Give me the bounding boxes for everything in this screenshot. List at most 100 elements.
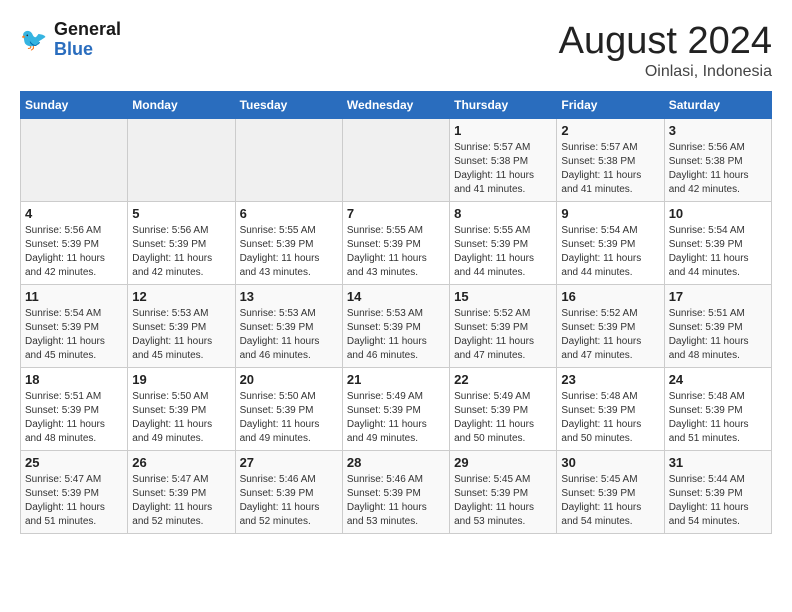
weekday-header-cell: Saturday bbox=[664, 92, 771, 119]
calendar-day-cell: 30 Sunrise: 5:45 AM Sunset: 5:39 PM Dayl… bbox=[557, 451, 664, 534]
day-number: 27 bbox=[240, 455, 338, 470]
calendar-day-cell: 10 Sunrise: 5:54 AM Sunset: 5:39 PM Dayl… bbox=[664, 202, 771, 285]
day-info: Sunrise: 5:46 AM Sunset: 5:39 PM Dayligh… bbox=[347, 473, 445, 529]
day-number: 16 bbox=[561, 289, 659, 304]
calendar-day-cell bbox=[235, 119, 342, 202]
weekday-header-row: SundayMondayTuesdayWednesdayThursdayFrid… bbox=[21, 92, 772, 119]
calendar-day-cell: 31 Sunrise: 5:44 AM Sunset: 5:39 PM Dayl… bbox=[664, 451, 771, 534]
day-info: Sunrise: 5:52 AM Sunset: 5:39 PM Dayligh… bbox=[454, 307, 552, 363]
day-number: 5 bbox=[132, 206, 230, 221]
day-number: 24 bbox=[669, 372, 767, 387]
calendar-subtitle: Oinlasi, Indonesia bbox=[559, 63, 772, 81]
day-info: Sunrise: 5:45 AM Sunset: 5:39 PM Dayligh… bbox=[454, 473, 552, 529]
day-number: 20 bbox=[240, 372, 338, 387]
calendar-day-cell: 12 Sunrise: 5:53 AM Sunset: 5:39 PM Dayl… bbox=[128, 285, 235, 368]
day-number: 29 bbox=[454, 455, 552, 470]
day-number: 10 bbox=[669, 206, 767, 221]
day-info: Sunrise: 5:44 AM Sunset: 5:39 PM Dayligh… bbox=[669, 473, 767, 529]
calendar-day-cell: 8 Sunrise: 5:55 AM Sunset: 5:39 PM Dayli… bbox=[450, 202, 557, 285]
weekday-header-cell: Sunday bbox=[21, 92, 128, 119]
logo-text: General Blue bbox=[54, 20, 121, 60]
calendar-day-cell: 25 Sunrise: 5:47 AM Sunset: 5:39 PM Dayl… bbox=[21, 451, 128, 534]
calendar-week-row: 1 Sunrise: 5:57 AM Sunset: 5:38 PM Dayli… bbox=[21, 119, 772, 202]
day-number: 12 bbox=[132, 289, 230, 304]
calendar-title-block: August 2024 Oinlasi, Indonesia bbox=[559, 20, 772, 81]
day-info: Sunrise: 5:48 AM Sunset: 5:39 PM Dayligh… bbox=[561, 390, 659, 446]
calendar-day-cell: 6 Sunrise: 5:55 AM Sunset: 5:39 PM Dayli… bbox=[235, 202, 342, 285]
calendar-day-cell: 23 Sunrise: 5:48 AM Sunset: 5:39 PM Dayl… bbox=[557, 368, 664, 451]
day-number: 1 bbox=[454, 123, 552, 138]
day-number: 28 bbox=[347, 455, 445, 470]
day-number: 7 bbox=[347, 206, 445, 221]
calendar-day-cell: 20 Sunrise: 5:50 AM Sunset: 5:39 PM Dayl… bbox=[235, 368, 342, 451]
day-info: Sunrise: 5:52 AM Sunset: 5:39 PM Dayligh… bbox=[561, 307, 659, 363]
day-info: Sunrise: 5:54 AM Sunset: 5:39 PM Dayligh… bbox=[25, 307, 123, 363]
calendar-day-cell: 21 Sunrise: 5:49 AM Sunset: 5:39 PM Dayl… bbox=[342, 368, 449, 451]
day-info: Sunrise: 5:51 AM Sunset: 5:39 PM Dayligh… bbox=[25, 390, 123, 446]
day-number: 31 bbox=[669, 455, 767, 470]
calendar-day-cell: 17 Sunrise: 5:51 AM Sunset: 5:39 PM Dayl… bbox=[664, 285, 771, 368]
day-info: Sunrise: 5:46 AM Sunset: 5:39 PM Dayligh… bbox=[240, 473, 338, 529]
day-info: Sunrise: 5:56 AM Sunset: 5:39 PM Dayligh… bbox=[25, 224, 123, 280]
day-number: 30 bbox=[561, 455, 659, 470]
calendar-day-cell bbox=[21, 119, 128, 202]
day-info: Sunrise: 5:53 AM Sunset: 5:39 PM Dayligh… bbox=[347, 307, 445, 363]
weekday-header-cell: Wednesday bbox=[342, 92, 449, 119]
day-info: Sunrise: 5:49 AM Sunset: 5:39 PM Dayligh… bbox=[347, 390, 445, 446]
day-info: Sunrise: 5:54 AM Sunset: 5:39 PM Dayligh… bbox=[561, 224, 659, 280]
svg-text:🐦: 🐦 bbox=[20, 27, 47, 52]
day-info: Sunrise: 5:45 AM Sunset: 5:39 PM Dayligh… bbox=[561, 473, 659, 529]
calendar-day-cell: 28 Sunrise: 5:46 AM Sunset: 5:39 PM Dayl… bbox=[342, 451, 449, 534]
weekday-header-cell: Tuesday bbox=[235, 92, 342, 119]
calendar-day-cell: 27 Sunrise: 5:46 AM Sunset: 5:39 PM Dayl… bbox=[235, 451, 342, 534]
day-number: 9 bbox=[561, 206, 659, 221]
calendar-day-cell: 16 Sunrise: 5:52 AM Sunset: 5:39 PM Dayl… bbox=[557, 285, 664, 368]
day-number: 23 bbox=[561, 372, 659, 387]
calendar-day-cell: 1 Sunrise: 5:57 AM Sunset: 5:38 PM Dayli… bbox=[450, 119, 557, 202]
day-info: Sunrise: 5:55 AM Sunset: 5:39 PM Dayligh… bbox=[240, 224, 338, 280]
calendar-day-cell: 14 Sunrise: 5:53 AM Sunset: 5:39 PM Dayl… bbox=[342, 285, 449, 368]
day-number: 18 bbox=[25, 372, 123, 387]
calendar-day-cell bbox=[342, 119, 449, 202]
day-number: 26 bbox=[132, 455, 230, 470]
calendar-day-cell: 24 Sunrise: 5:48 AM Sunset: 5:39 PM Dayl… bbox=[664, 368, 771, 451]
calendar-day-cell: 4 Sunrise: 5:56 AM Sunset: 5:39 PM Dayli… bbox=[21, 202, 128, 285]
day-number: 6 bbox=[240, 206, 338, 221]
day-number: 22 bbox=[454, 372, 552, 387]
calendar-day-cell: 26 Sunrise: 5:47 AM Sunset: 5:39 PM Dayl… bbox=[128, 451, 235, 534]
day-info: Sunrise: 5:56 AM Sunset: 5:38 PM Dayligh… bbox=[669, 141, 767, 197]
calendar-day-cell bbox=[128, 119, 235, 202]
logo: 🐦 General Blue bbox=[20, 20, 121, 60]
day-info: Sunrise: 5:47 AM Sunset: 5:39 PM Dayligh… bbox=[132, 473, 230, 529]
day-info: Sunrise: 5:57 AM Sunset: 5:38 PM Dayligh… bbox=[454, 141, 552, 197]
day-number: 15 bbox=[454, 289, 552, 304]
calendar-day-cell: 19 Sunrise: 5:50 AM Sunset: 5:39 PM Dayl… bbox=[128, 368, 235, 451]
weekday-header-cell: Friday bbox=[557, 92, 664, 119]
calendar-day-cell: 13 Sunrise: 5:53 AM Sunset: 5:39 PM Dayl… bbox=[235, 285, 342, 368]
weekday-header-cell: Thursday bbox=[450, 92, 557, 119]
day-info: Sunrise: 5:50 AM Sunset: 5:39 PM Dayligh… bbox=[240, 390, 338, 446]
calendar-body: 1 Sunrise: 5:57 AM Sunset: 5:38 PM Dayli… bbox=[21, 119, 772, 534]
day-info: Sunrise: 5:50 AM Sunset: 5:39 PM Dayligh… bbox=[132, 390, 230, 446]
calendar-week-row: 4 Sunrise: 5:56 AM Sunset: 5:39 PM Dayli… bbox=[21, 202, 772, 285]
weekday-header-cell: Monday bbox=[128, 92, 235, 119]
day-info: Sunrise: 5:53 AM Sunset: 5:39 PM Dayligh… bbox=[240, 307, 338, 363]
calendar-week-row: 11 Sunrise: 5:54 AM Sunset: 5:39 PM Dayl… bbox=[21, 285, 772, 368]
day-number: 17 bbox=[669, 289, 767, 304]
day-info: Sunrise: 5:57 AM Sunset: 5:38 PM Dayligh… bbox=[561, 141, 659, 197]
day-number: 8 bbox=[454, 206, 552, 221]
day-number: 4 bbox=[25, 206, 123, 221]
day-info: Sunrise: 5:48 AM Sunset: 5:39 PM Dayligh… bbox=[669, 390, 767, 446]
day-number: 19 bbox=[132, 372, 230, 387]
day-number: 2 bbox=[561, 123, 659, 138]
day-number: 3 bbox=[669, 123, 767, 138]
page-header: 🐦 General Blue August 2024 Oinlasi, Indo… bbox=[20, 20, 772, 81]
day-info: Sunrise: 5:47 AM Sunset: 5:39 PM Dayligh… bbox=[25, 473, 123, 529]
calendar-day-cell: 22 Sunrise: 5:49 AM Sunset: 5:39 PM Dayl… bbox=[450, 368, 557, 451]
logo-icon: 🐦 bbox=[20, 25, 50, 55]
calendar-day-cell: 5 Sunrise: 5:56 AM Sunset: 5:39 PM Dayli… bbox=[128, 202, 235, 285]
day-info: Sunrise: 5:49 AM Sunset: 5:39 PM Dayligh… bbox=[454, 390, 552, 446]
calendar-day-cell: 11 Sunrise: 5:54 AM Sunset: 5:39 PM Dayl… bbox=[21, 285, 128, 368]
day-number: 25 bbox=[25, 455, 123, 470]
calendar-day-cell: 9 Sunrise: 5:54 AM Sunset: 5:39 PM Dayli… bbox=[557, 202, 664, 285]
